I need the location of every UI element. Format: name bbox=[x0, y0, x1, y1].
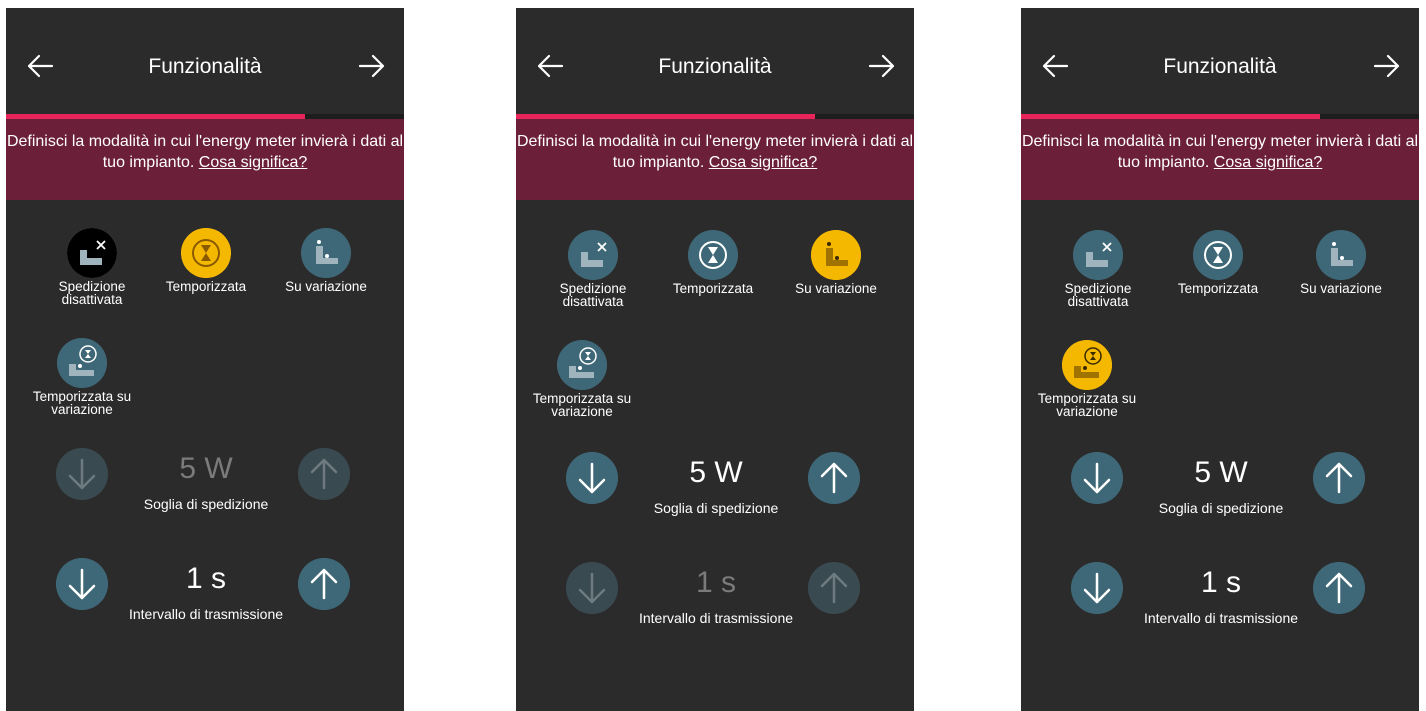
meter-off-icon bbox=[1073, 230, 1123, 280]
mode-label: Temporizzata bbox=[672, 281, 754, 296]
mode-label: Temporizzata bbox=[165, 279, 247, 294]
mode-temporizzata-su-variazione[interactable]: Temporizzata su variazione bbox=[17, 338, 147, 416]
increase-button[interactable] bbox=[298, 558, 350, 610]
mode-label: Su variazione bbox=[285, 279, 367, 294]
threshold-value: 5 W bbox=[179, 452, 233, 485]
decrease-button[interactable] bbox=[566, 562, 618, 614]
mode-su-variazione[interactable]: Su variazione bbox=[261, 228, 391, 293]
forward-arrow-icon[interactable] bbox=[1373, 52, 1401, 80]
mode-label: Spedizione disattivata bbox=[1064, 281, 1132, 309]
decrease-button[interactable] bbox=[1071, 562, 1123, 614]
mode-label: Temporizzata su variazione bbox=[532, 391, 632, 419]
info-banner: Definisci la modalità in cui l'energy me… bbox=[1021, 119, 1419, 200]
interval-stepper: 1 s Intervallo di trasmissione bbox=[6, 558, 404, 638]
meter-off-icon bbox=[67, 228, 117, 278]
increase-button[interactable] bbox=[808, 452, 860, 504]
threshold-label: Soglia di spedizione bbox=[653, 500, 779, 516]
increase-button[interactable] bbox=[1313, 452, 1365, 504]
mode-spedizione-disattivata[interactable]: Spedizione disattivata bbox=[1033, 230, 1163, 308]
mode-temporizzata-su-variazione[interactable]: Temporizzata su variazione bbox=[517, 340, 647, 418]
variation-hourglass-icon bbox=[557, 340, 607, 390]
increase-button[interactable] bbox=[1313, 562, 1365, 614]
what-does-it-mean-link[interactable]: Cosa significa? bbox=[199, 154, 308, 171]
mode-label: Temporizzata su variazione bbox=[32, 389, 132, 417]
page-title: Funzionalità bbox=[148, 55, 262, 78]
interval-label: Intervallo di trasmissione bbox=[638, 610, 794, 626]
mode-su-variazione[interactable]: Su variazione bbox=[1276, 230, 1406, 295]
mode-spedizione-disattivata[interactable]: Spedizione disattivata bbox=[528, 230, 658, 308]
mode-label: Spedizione disattivata bbox=[58, 279, 126, 307]
variation-icon bbox=[301, 228, 351, 278]
mode-su-variazione[interactable]: Su variazione bbox=[771, 230, 901, 295]
mode-spedizione-disattivata[interactable]: Spedizione disattivata bbox=[27, 228, 157, 306]
variation-icon bbox=[811, 230, 861, 280]
interval-label: Intervallo di trasmissione bbox=[128, 606, 284, 622]
interval-value: 1 s bbox=[1200, 566, 1242, 599]
hourglass-icon bbox=[1193, 230, 1243, 280]
threshold-label: Soglia di spedizione bbox=[143, 496, 269, 512]
mode-label: Spedizione disattivata bbox=[559, 281, 627, 309]
hourglass-icon bbox=[688, 230, 738, 280]
interval-stepper: 1 s Intervallo di trasmissione bbox=[1021, 562, 1419, 642]
variation-icon bbox=[1316, 230, 1366, 280]
top-bar: Funzionalità bbox=[1021, 8, 1419, 119]
mode-label: Temporizzata bbox=[1177, 281, 1259, 296]
mode-temporizzata-su-variazione[interactable]: Temporizzata su variazione bbox=[1022, 340, 1152, 418]
variation-hourglass-icon bbox=[1062, 340, 1112, 390]
decrease-button[interactable] bbox=[56, 558, 108, 610]
info-banner: Definisci la modalità in cui l'energy me… bbox=[6, 119, 404, 200]
threshold-value: 5 W bbox=[1194, 456, 1248, 489]
threshold-stepper: 5 W Soglia di spedizione bbox=[6, 448, 404, 528]
mode-label: Su variazione bbox=[1300, 281, 1382, 296]
decrease-button[interactable] bbox=[56, 448, 108, 500]
interval-label: Intervallo di trasmissione bbox=[1143, 610, 1299, 626]
threshold-stepper: 5 W Soglia di spedizione bbox=[516, 452, 914, 532]
decrease-button[interactable] bbox=[1071, 452, 1123, 504]
mode-label: Su variazione bbox=[795, 281, 877, 296]
decrease-button[interactable] bbox=[566, 452, 618, 504]
screen-3: Funzionalità Definisci la modalità in cu… bbox=[1021, 8, 1419, 711]
hourglass-icon bbox=[181, 228, 231, 278]
forward-arrow-icon[interactable] bbox=[358, 52, 386, 80]
mode-temporizzata[interactable]: Temporizzata bbox=[1153, 230, 1283, 295]
interval-value: 1 s bbox=[695, 566, 737, 599]
threshold-stepper: 5 W Soglia di spedizione bbox=[1021, 452, 1419, 532]
screen-2: Funzionalità Definisci la modalità in cu… bbox=[516, 8, 914, 711]
threshold-value: 5 W bbox=[689, 456, 743, 489]
page-title: Funzionalità bbox=[1163, 55, 1277, 78]
what-does-it-mean-link[interactable]: Cosa significa? bbox=[1214, 154, 1323, 171]
mode-temporizzata[interactable]: Temporizzata bbox=[141, 228, 271, 293]
top-bar: Funzionalità bbox=[6, 8, 404, 119]
top-bar: Funzionalità bbox=[516, 8, 914, 119]
variation-hourglass-icon bbox=[57, 338, 107, 388]
info-banner: Definisci la modalità in cui l'energy me… bbox=[516, 119, 914, 200]
screen-1: Funzionalità Definisci la modalità in cu… bbox=[6, 8, 404, 711]
threshold-label: Soglia di spedizione bbox=[1158, 500, 1284, 516]
forward-arrow-icon[interactable] bbox=[868, 52, 896, 80]
interval-stepper: 1 s Intervallo di trasmissione bbox=[516, 562, 914, 642]
page-title: Funzionalità bbox=[658, 55, 772, 78]
interval-value: 1 s bbox=[185, 562, 227, 595]
increase-button[interactable] bbox=[298, 448, 350, 500]
mode-temporizzata[interactable]: Temporizzata bbox=[648, 230, 778, 295]
mode-label: Temporizzata su variazione bbox=[1037, 391, 1137, 419]
increase-button[interactable] bbox=[808, 562, 860, 614]
what-does-it-mean-link[interactable]: Cosa significa? bbox=[709, 154, 818, 171]
meter-off-icon bbox=[568, 230, 618, 280]
